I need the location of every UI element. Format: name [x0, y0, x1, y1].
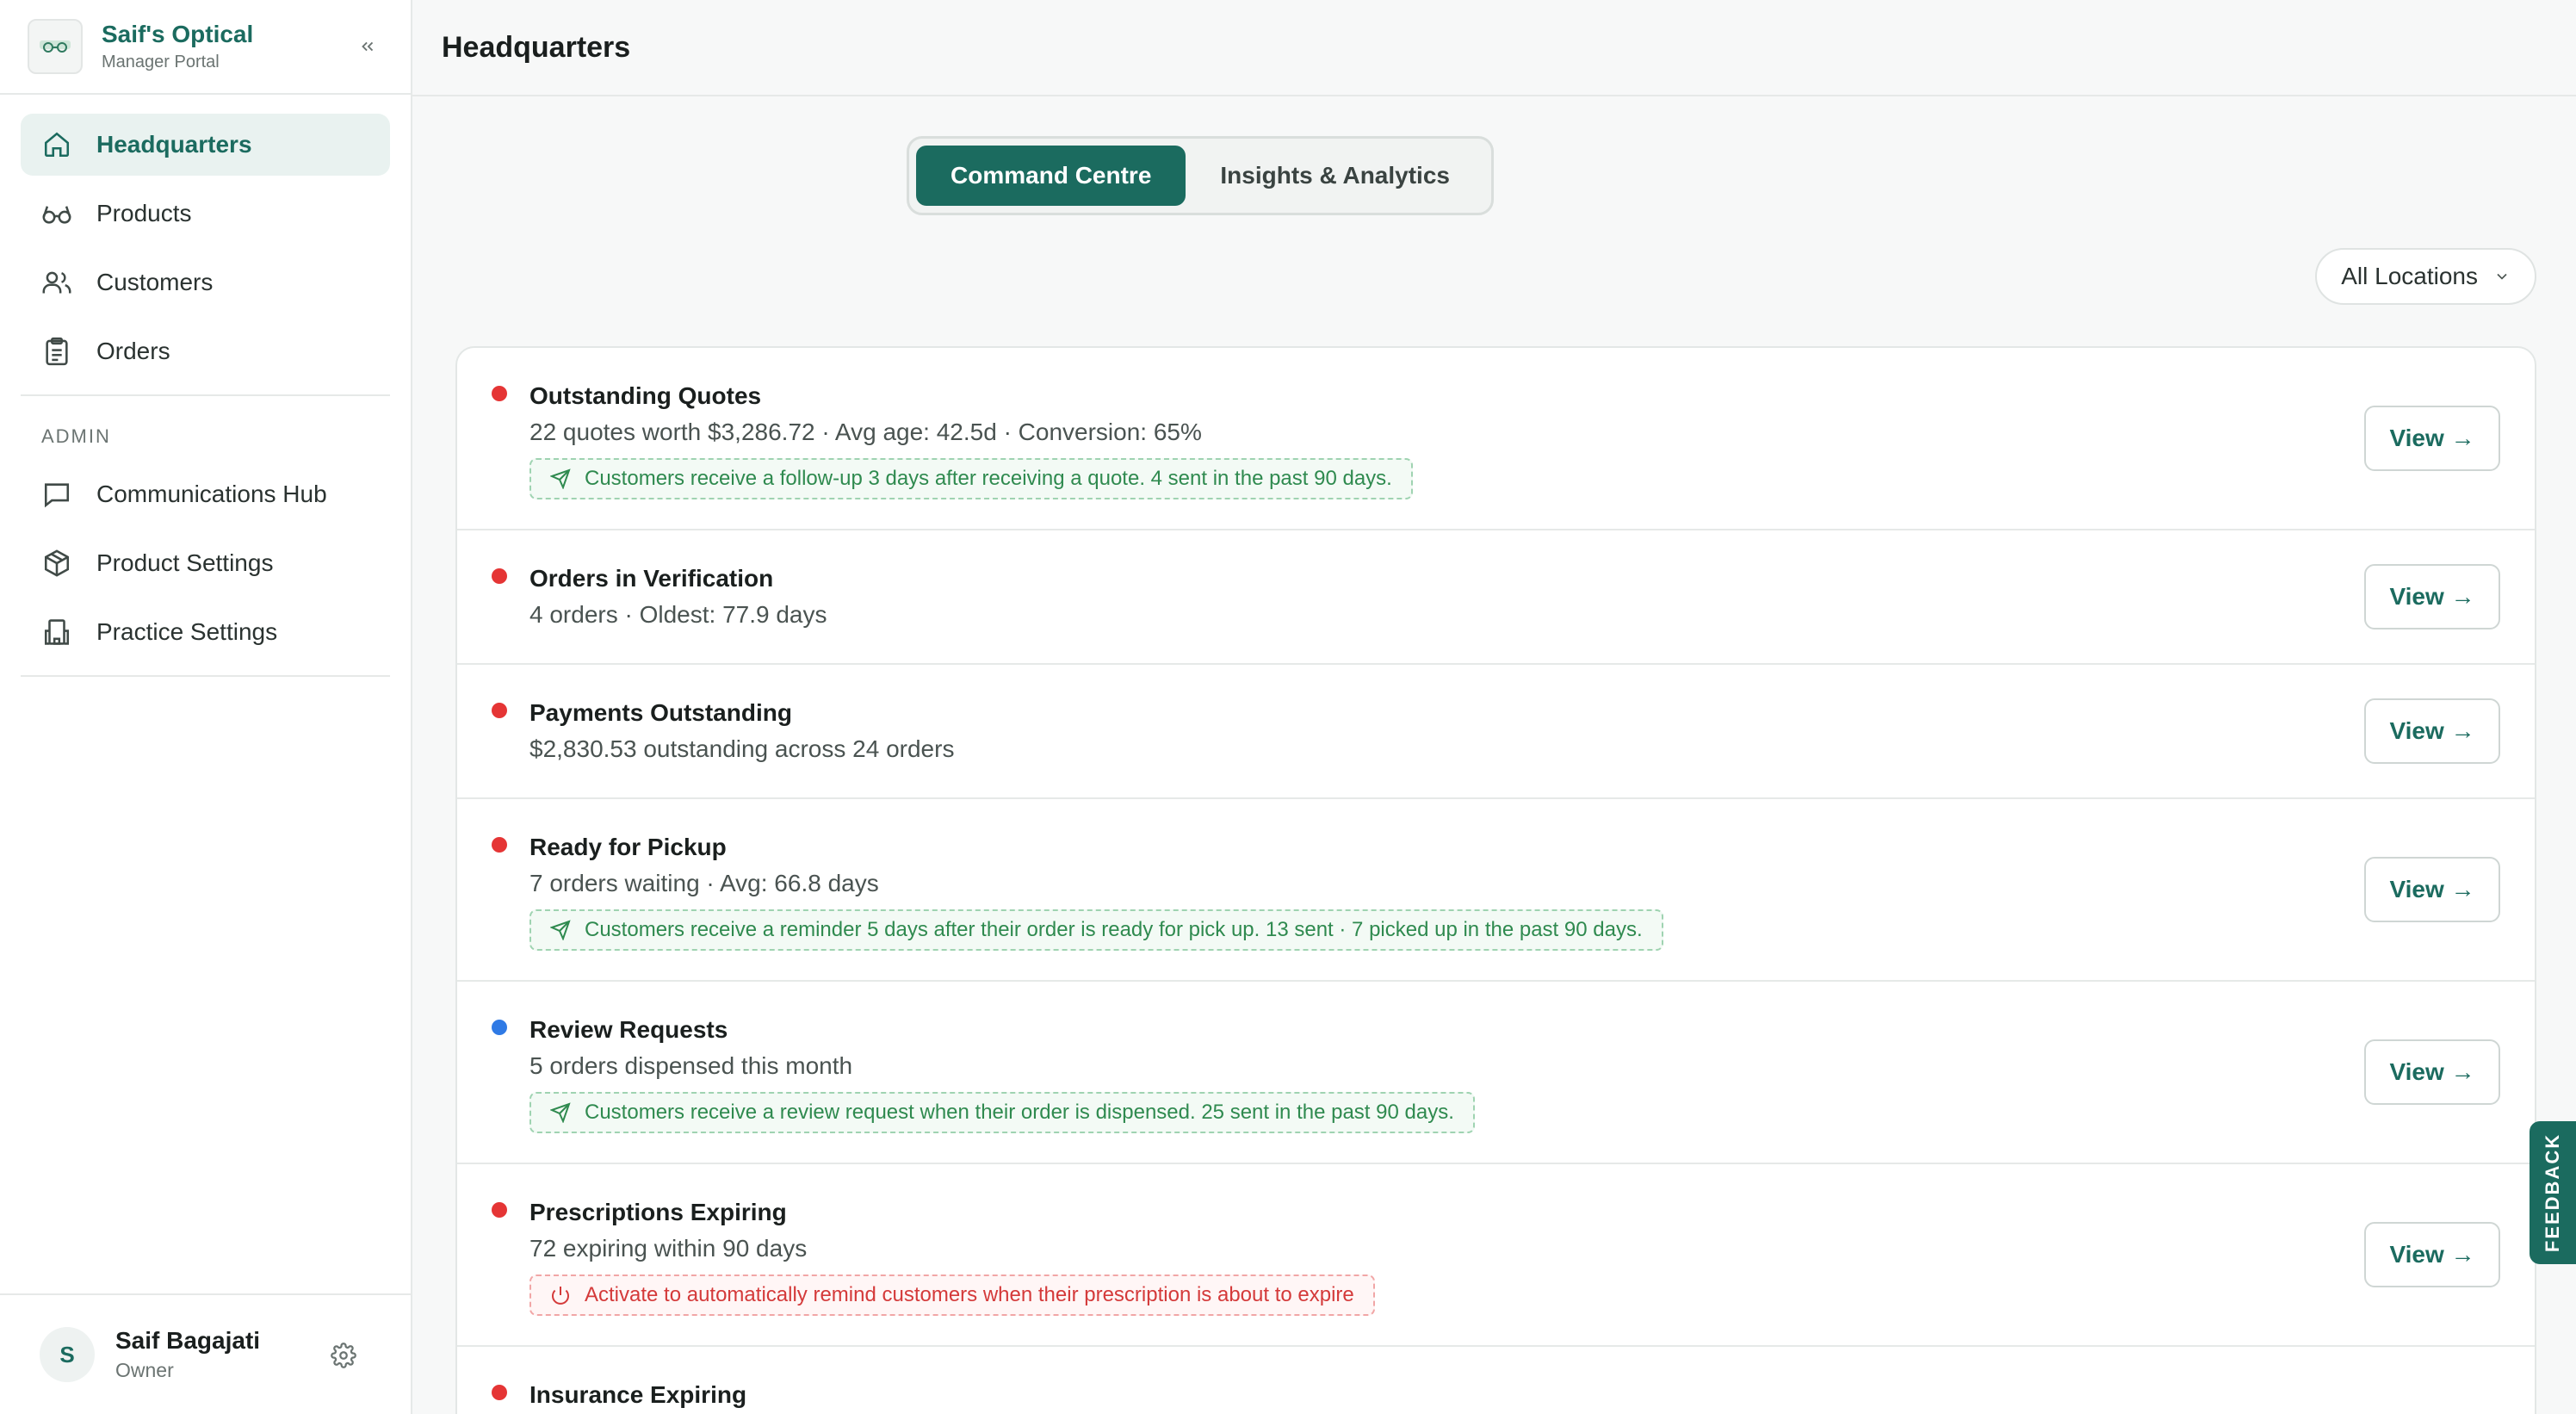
- list-item: Ready for Pickup 7 orders waiting · Avg:…: [457, 799, 2535, 982]
- view-button[interactable]: View →: [2364, 1222, 2500, 1287]
- sidebar-item-label: Customers: [96, 269, 214, 295]
- glasses-icon: [40, 196, 74, 231]
- sidebar-item-communications-hub[interactable]: Communications Hub: [21, 463, 390, 525]
- home-icon: [40, 127, 74, 162]
- row-title: Insurance Expiring: [529, 1381, 747, 1408]
- sidebar-divider: [21, 675, 390, 677]
- user-role: Owner: [115, 1359, 174, 1381]
- admin-section-label: ADMIN: [41, 425, 111, 447]
- topbar: Headquarters: [412, 0, 2576, 96]
- status-dot-red: [492, 1385, 507, 1400]
- sidebar-divider: [21, 394, 390, 396]
- status-dot-red: [492, 386, 507, 401]
- brand-subtitle: Manager Portal: [102, 53, 220, 71]
- app-window: Saif's Optical Manager Portal Headquarte…: [0, 0, 2576, 1414]
- gear-icon[interactable]: [328, 1340, 359, 1371]
- brand-header: Saif's Optical Manager Portal: [0, 0, 411, 95]
- power-icon: [550, 1285, 571, 1305]
- user-profile[interactable]: S Saif Bagajati Owner: [0, 1293, 411, 1414]
- row-title: Payments Outstanding: [529, 699, 792, 726]
- sidebar-item-label: Headquarters: [96, 131, 252, 158]
- send-icon: [550, 468, 571, 489]
- sidebar-item-label: Orders: [96, 338, 170, 364]
- package-icon: [40, 546, 74, 580]
- feedback-button[interactable]: FEEDBACK: [2530, 1121, 2576, 1264]
- main-nav: Headquarters Products Customers Orders: [0, 95, 411, 382]
- view-button[interactable]: View →: [2364, 406, 2500, 471]
- row-title: Orders in Verification: [529, 565, 774, 592]
- automation-note: Customers receive a reminder 5 days afte…: [529, 909, 1663, 951]
- sidebar-item-label: Product Settings: [96, 549, 274, 576]
- sidebar-item-label: Communications Hub: [96, 481, 327, 507]
- status-dot-red: [492, 703, 507, 718]
- avatar: S: [40, 1327, 95, 1382]
- row-title: Ready for Pickup: [529, 834, 727, 860]
- clipboard-icon: [40, 334, 74, 369]
- send-icon: [550, 1102, 571, 1123]
- view-button[interactable]: View →: [2364, 698, 2500, 764]
- list-item: Review Requests 5 orders dispensed this …: [457, 982, 2535, 1164]
- sidebar-item-label: Products: [96, 200, 192, 226]
- feedback-label: FEEDBACK: [2542, 1132, 2564, 1253]
- brand-name: Saif's Optical: [102, 21, 254, 47]
- admin-nav: Communications Hub Product Settings Prac…: [0, 458, 411, 663]
- list-item: Prescriptions Expiring 72 expiring withi…: [457, 1164, 2535, 1347]
- row-subtitle: 22 quotes worth $3,286.72 · Avg age: 42.…: [529, 419, 1202, 445]
- command-centre-list: Outstanding Quotes 22 quotes worth $3,28…: [455, 346, 2536, 1414]
- automation-note-text: Customers receive a review request when …: [585, 1101, 1454, 1124]
- row-subtitle: 7 orders waiting · Avg: 66.8 days: [529, 870, 879, 896]
- sidebar: Saif's Optical Manager Portal Headquarte…: [0, 0, 412, 1414]
- activate-reminder-text: Activate to automatically remind custome…: [585, 1283, 1354, 1306]
- sidebar-item-product-settings[interactable]: Product Settings: [21, 532, 390, 594]
- list-item: Payments Outstanding $2,830.53 outstandi…: [457, 665, 2535, 799]
- view-button[interactable]: View →: [2364, 1039, 2500, 1105]
- sidebar-item-orders[interactable]: Orders: [21, 320, 390, 382]
- status-dot-red: [492, 1202, 507, 1218]
- row-subtitle: 5 orders dispensed this month: [529, 1052, 853, 1079]
- sidebar-item-headquarters[interactable]: Headquarters: [21, 114, 390, 176]
- row-title: Review Requests: [529, 1016, 728, 1043]
- send-icon: [550, 920, 571, 940]
- row-title: Outstanding Quotes: [529, 382, 762, 409]
- main-content: Headquarters Command Centre Insights & A…: [412, 0, 2576, 1414]
- status-dot-blue: [492, 1020, 507, 1035]
- page-title: Headquarters: [442, 30, 631, 64]
- logo-glasses-icon: [40, 40, 71, 53]
- row-subtitle: 4 orders · Oldest: 77.9 days: [529, 601, 827, 628]
- sidebar-item-label: Practice Settings: [96, 618, 278, 645]
- sidebar-item-practice-settings[interactable]: Practice Settings: [21, 601, 390, 663]
- users-icon: [40, 265, 74, 300]
- view-button[interactable]: View →: [2364, 564, 2500, 629]
- brand-logo: [28, 19, 83, 74]
- list-item: Orders in Verification 4 orders · Oldest…: [457, 530, 2535, 665]
- row-subtitle: 72 expiring within 90 days: [529, 1235, 808, 1262]
- automation-note-text: Customers receive a follow-up 3 days aft…: [585, 467, 1392, 490]
- automation-note: Customers receive a follow-up 3 days aft…: [529, 458, 1413, 499]
- tab-command-centre[interactable]: Command Centre: [916, 146, 1186, 206]
- view-tabs: Command Centre Insights & Analytics: [907, 136, 1494, 215]
- tab-insights-analytics[interactable]: Insights & Analytics: [1186, 146, 1484, 206]
- automation-note-text: Customers receive a reminder 5 days afte…: [585, 918, 1643, 941]
- activate-reminder-note[interactable]: Activate to automatically remind custome…: [529, 1274, 1375, 1316]
- message-icon: [40, 477, 74, 512]
- status-dot-red: [492, 837, 507, 853]
- list-item: Insurance Expiring: [457, 1347, 2535, 1414]
- chevron-down-icon: [2493, 268, 2511, 285]
- building-icon: [40, 615, 74, 649]
- row-subtitle: $2,830.53 outstanding across 24 orders: [529, 735, 955, 762]
- location-select[interactable]: All Locations: [2315, 248, 2536, 305]
- user-name: Saif Bagajati: [115, 1327, 261, 1354]
- sidebar-item-customers[interactable]: Customers: [21, 251, 390, 313]
- collapse-sidebar-button[interactable]: [352, 31, 383, 62]
- location-select-value: All Locations: [2341, 263, 2478, 289]
- list-item: Outstanding Quotes 22 quotes worth $3,28…: [457, 348, 2535, 530]
- sidebar-item-products[interactable]: Products: [21, 183, 390, 245]
- status-dot-red: [492, 568, 507, 584]
- automation-note: Customers receive a review request when …: [529, 1092, 1475, 1133]
- chevrons-left-icon: [362, 41, 374, 52]
- row-title: Prescriptions Expiring: [529, 1199, 787, 1225]
- view-button[interactable]: View →: [2364, 857, 2500, 922]
